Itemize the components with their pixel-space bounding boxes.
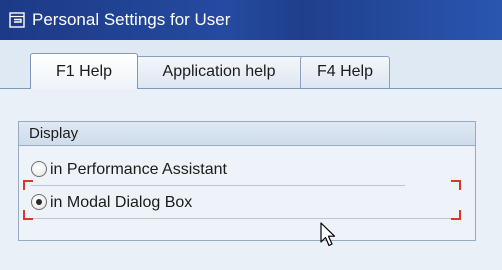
focus-marker-top-left-icon bbox=[23, 180, 33, 190]
focus-marker-top-right-icon bbox=[451, 180, 461, 190]
window-title: Personal Settings for User bbox=[32, 10, 231, 29]
tab-strip: F1 Help Application help F4 Help bbox=[0, 40, 502, 89]
radio-dot-icon bbox=[36, 199, 42, 205]
option-divider bbox=[31, 185, 405, 186]
radio-modal-dialog-box[interactable]: in Modal Dialog Box bbox=[31, 192, 411, 214]
tab-f1-help[interactable]: F1 Help bbox=[30, 53, 138, 89]
display-group: Display in Performance Assistant in Moda… bbox=[18, 121, 476, 241]
focus-marker-bottom-right-icon bbox=[451, 210, 461, 220]
radio-performance-assistant[interactable]: in Performance Assistant bbox=[31, 159, 411, 181]
focus-marker-bottom-left-icon bbox=[23, 210, 33, 220]
radio-selected-icon[interactable] bbox=[31, 194, 47, 210]
tab-content-panel: Display in Performance Assistant in Moda… bbox=[0, 88, 502, 270]
tab-label: Application help bbox=[162, 63, 276, 80]
tab-label: F1 Help bbox=[55, 63, 113, 80]
tab-application-help[interactable]: Application help bbox=[134, 56, 304, 88]
personal-settings-window: Personal Settings for User F1 Help Appli… bbox=[0, 0, 502, 270]
tab-f4-help[interactable]: F4 Help bbox=[300, 56, 390, 88]
mouse-pointer-icon bbox=[320, 222, 336, 247]
title-bar: Personal Settings for User bbox=[0, 0, 502, 40]
option-label: in Performance Assistant bbox=[50, 161, 227, 178]
group-header: Display bbox=[19, 122, 475, 146]
option-label: in Modal Dialog Box bbox=[50, 194, 193, 211]
option-divider bbox=[31, 218, 461, 219]
radio-unselected-icon[interactable] bbox=[31, 161, 47, 177]
settings-window-icon bbox=[9, 12, 25, 28]
tab-label: F4 Help bbox=[316, 63, 374, 80]
